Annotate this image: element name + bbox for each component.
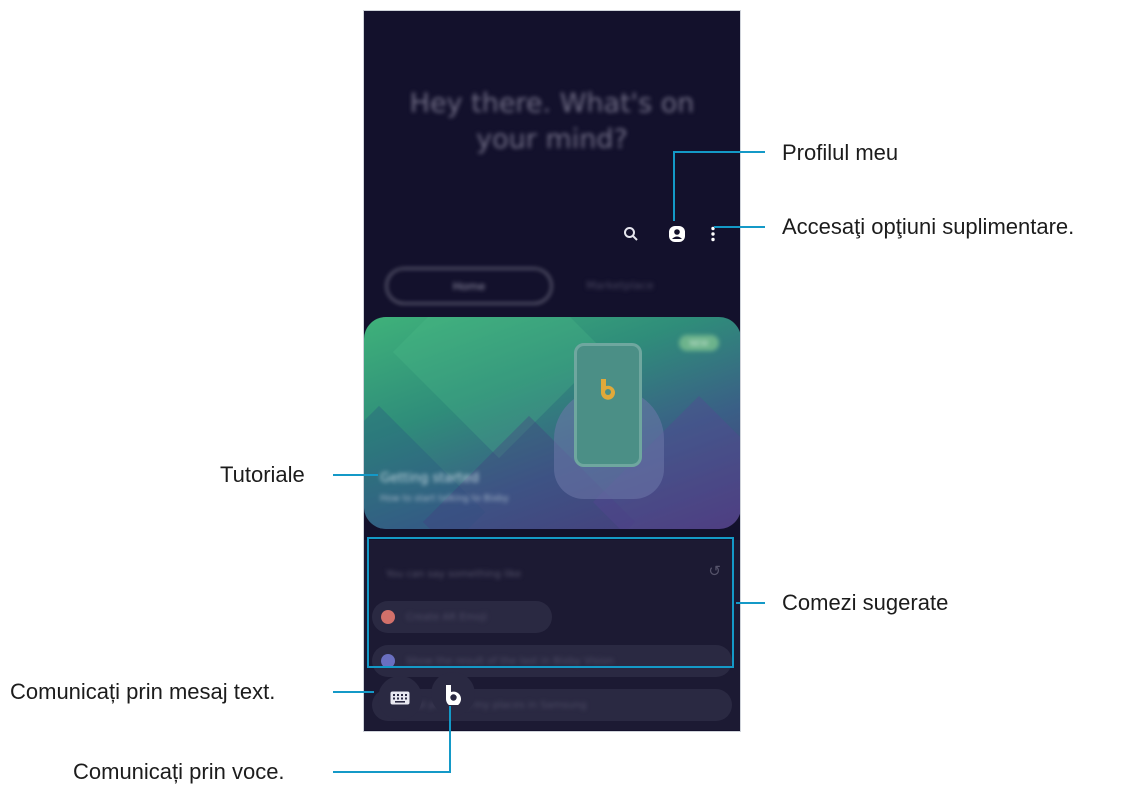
- more-options-icon[interactable]: [698, 219, 728, 249]
- suggestion-chip[interactable]: Add photo to my places in Samsung: [372, 689, 732, 721]
- banner-subtitle: How to start talking to Bixby: [380, 494, 509, 504]
- new-badge: NEW: [679, 335, 719, 351]
- callout-line: [736, 602, 765, 604]
- callout-line: [333, 691, 374, 693]
- callout-text-input: Comunicați prin mesaj text.: [10, 679, 276, 704]
- profile-icon[interactable]: [662, 219, 692, 249]
- greeting-text: Hey there. What's on your mind?: [409, 88, 695, 155]
- callout-line: [714, 226, 765, 228]
- callout-more-options: Accesaţi opţiuni suplimentare.: [782, 214, 1075, 239]
- tab-home[interactable]: Home: [386, 268, 552, 304]
- top-icons-row: [364, 219, 740, 249]
- callout-line: [449, 706, 451, 772]
- callout-line: [673, 151, 675, 221]
- callout-line: [333, 771, 451, 773]
- banner-title: Getting started: [380, 471, 480, 486]
- bixby-logo-icon: [601, 379, 615, 400]
- callout-voice-input: Comunicați prin voce.: [73, 759, 285, 784]
- phone-illustration: [574, 343, 642, 467]
- bixby-icon: [445, 685, 461, 705]
- tutorial-banner[interactable]: NEW Getting started How to start talking…: [364, 317, 740, 529]
- tab-bar: Home Marketplace: [384, 268, 720, 304]
- suggested-commands-highlight: [367, 537, 734, 668]
- keyboard-button[interactable]: [378, 676, 422, 720]
- tab-marketplace[interactable]: Marketplace: [560, 268, 680, 302]
- callout-profile: Profilul meu: [782, 140, 899, 165]
- callout-line: [673, 151, 765, 153]
- search-icon[interactable]: [616, 219, 646, 249]
- callout-suggested-commands: Comezi sugerate: [782, 590, 949, 615]
- callout-line: [333, 474, 378, 476]
- bixby-voice-button[interactable]: [431, 672, 475, 716]
- callout-tutorials: Tutoriale: [220, 462, 305, 487]
- keyboard-icon: [390, 691, 410, 705]
